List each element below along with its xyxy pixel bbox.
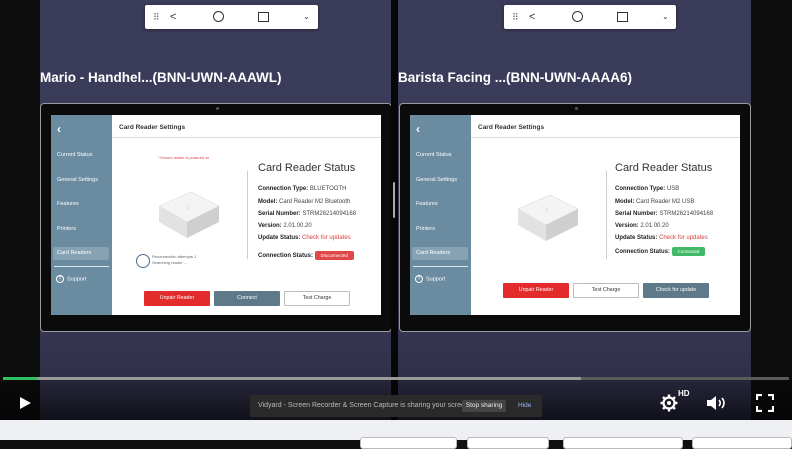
left-device-pane: ⠿ < ⌄ Mario - Handhel...(BNN-UWN-AAAWL) … (40, 0, 392, 420)
sidebar-item-current-status[interactable]: Current Status (57, 152, 92, 158)
drag-handle-icon[interactable]: ⠿ (153, 9, 160, 25)
screen-share-notice: Vidyard - Screen Recorder & Screen Captu… (250, 395, 542, 417)
left-screen: ‹ Current Status General Settings Featur… (51, 115, 381, 315)
row-connection-status: Connection Status: Connected (615, 247, 706, 256)
recents-icon[interactable] (258, 12, 269, 22)
back-icon[interactable]: < (170, 9, 176, 25)
svg-text:◻: ◻ (186, 204, 189, 209)
sidebar-item-general-settings[interactable]: General Settings (416, 177, 457, 183)
home-icon[interactable] (572, 11, 583, 22)
card-reader-image: ◻ (517, 194, 579, 241)
status-divider (606, 171, 607, 259)
play-icon[interactable] (18, 396, 32, 410)
right-tablet: ‹ Current Status General Settings Featur… (399, 103, 751, 332)
row-model: Model: Card Reader M2 Bluetooth (258, 199, 351, 205)
right-remote-nav-bar: ⠿ < ⌄ (504, 5, 676, 29)
hd-badge: HD (678, 389, 690, 398)
unpair-reader-button[interactable]: Unpair Reader (503, 283, 569, 298)
settings-sidebar: ‹ Current Status General Settings Featur… (51, 115, 112, 315)
back-arrow-icon[interactable]: ‹ (57, 122, 61, 136)
drag-handle-icon[interactable]: ⠿ (512, 9, 519, 25)
page-title: Card Reader Settings (478, 124, 545, 131)
status-divider (247, 171, 248, 259)
settings-sidebar: ‹ Current Status General Settings Featur… (410, 115, 471, 315)
back-arrow-icon[interactable]: ‹ (416, 122, 420, 136)
sidebar-item-features[interactable]: Features (416, 201, 438, 207)
connection-status-badge: Connected (671, 247, 706, 256)
back-icon[interactable]: < (529, 9, 535, 25)
split-grip[interactable] (393, 182, 395, 218)
row-serial-number: Serial Number: STRM26214094168 (258, 211, 357, 217)
sidebar-item-features[interactable]: Features (57, 201, 79, 207)
reconnect-status: Reconnection attempts 1 Searching reader … (152, 254, 197, 265)
row-connection-type: Connection Type: USB (615, 186, 680, 192)
row-version: Version: 2.01.00.20 (258, 223, 312, 229)
help-icon: ? (415, 275, 423, 283)
row-model: Model: Card Reader M2 USB (615, 199, 695, 205)
fullscreen-icon[interactable] (756, 394, 774, 412)
header-divider (471, 137, 740, 138)
status-title: Card Reader Status (615, 162, 713, 174)
split-divider[interactable] (391, 0, 398, 420)
sidebar-item-printers[interactable]: Printers (416, 226, 435, 232)
footer-button[interactable] (360, 437, 457, 449)
footer-button[interactable] (467, 437, 549, 449)
home-icon[interactable] (213, 11, 224, 22)
connection-status-badge: Disconnected (314, 251, 354, 260)
connect-button[interactable]: Connect (214, 291, 280, 306)
chevron-down-icon[interactable]: ⌄ (662, 9, 669, 25)
sidebar-item-card-readers[interactable]: Card Readers (412, 247, 468, 260)
row-update-status: Update Status: Check for updates (258, 235, 351, 241)
sidebar-item-card-readers[interactable]: Card Readers (53, 247, 109, 260)
right-pane-title: Barista Facing ...(BNN-UWN-AAAA6) (398, 70, 633, 85)
footer-button[interactable] (563, 437, 683, 449)
sidebar-item-support[interactable]: ? Support (56, 275, 86, 283)
test-charge-button[interactable]: Test Charge (573, 283, 639, 298)
camera-dot (216, 107, 219, 110)
sidebar-divider (54, 266, 109, 267)
row-connection-type: Connection Type: BLUETOOTH (258, 186, 347, 192)
check-for-updates-link[interactable]: Check for updates (302, 235, 351, 241)
sidebar-divider (413, 266, 468, 267)
row-version: Version: 2.01.00.20 (615, 223, 669, 229)
page-title: Card Reader Settings (119, 124, 186, 131)
sidebar-item-printers[interactable]: Printers (57, 226, 76, 232)
row-update-status: Update Status: Check for updates (615, 235, 708, 241)
bluetooth-searching-icon (136, 254, 150, 268)
left-remote-nav-bar: ⠿ < ⌄ (145, 5, 318, 29)
progress-buffered (3, 377, 581, 380)
stop-sharing-button[interactable]: Stop sharing (462, 400, 506, 412)
chevron-down-icon[interactable]: ⌄ (303, 9, 310, 25)
check-for-updates-link[interactable]: Check for updates (659, 235, 708, 241)
help-icon: ? (56, 275, 64, 283)
hide-button[interactable]: Hide (518, 402, 531, 409)
right-screen: ‹ Current Status General Settings Featur… (410, 115, 740, 315)
footer-button[interactable] (692, 437, 792, 449)
progress-bar[interactable] (3, 377, 789, 380)
card-reader-image: ◻ (158, 191, 220, 238)
video-stage: ⠿ < ⌄ Mario - Handhel...(BNN-UWN-AAAWL) … (0, 0, 792, 420)
row-connection-status: Connection Status: Disconnected (258, 251, 354, 260)
sidebar-item-general-settings[interactable]: General Settings (57, 177, 98, 183)
unpair-reader-button[interactable]: Unpair Reader (144, 291, 210, 306)
share-notice-text: Vidyard - Screen Recorder & Screen Captu… (258, 402, 471, 409)
left-tablet: ‹ Current Status General Settings Featur… (40, 103, 392, 332)
camera-dot (575, 107, 578, 110)
check-for-update-button[interactable]: Check for update (643, 283, 709, 298)
test-charge-button[interactable]: Test Charge (284, 291, 350, 306)
right-device-pane: ⠿ < ⌄ Barista Facing ...(BNN-UWN-AAAA6) … (398, 0, 751, 420)
progress-played (3, 377, 37, 380)
header-divider (112, 137, 381, 138)
volume-icon[interactable] (706, 395, 730, 411)
recents-icon[interactable] (617, 12, 628, 22)
svg-text:◻: ◻ (545, 207, 548, 212)
settings-gear-icon[interactable] (660, 394, 678, 412)
left-pane-title: Mario - Handhel...(BNN-UWN-AAAWL) (40, 70, 282, 85)
page-footer-strip (0, 420, 792, 449)
row-serial-number: Serial Number: STRM26214094168 (615, 211, 714, 217)
power-note: * Ensure reader is powered on (158, 156, 210, 160)
sidebar-item-support[interactable]: ? Support (415, 275, 445, 283)
status-title: Card Reader Status (258, 162, 356, 174)
sidebar-item-current-status[interactable]: Current Status (416, 152, 451, 158)
